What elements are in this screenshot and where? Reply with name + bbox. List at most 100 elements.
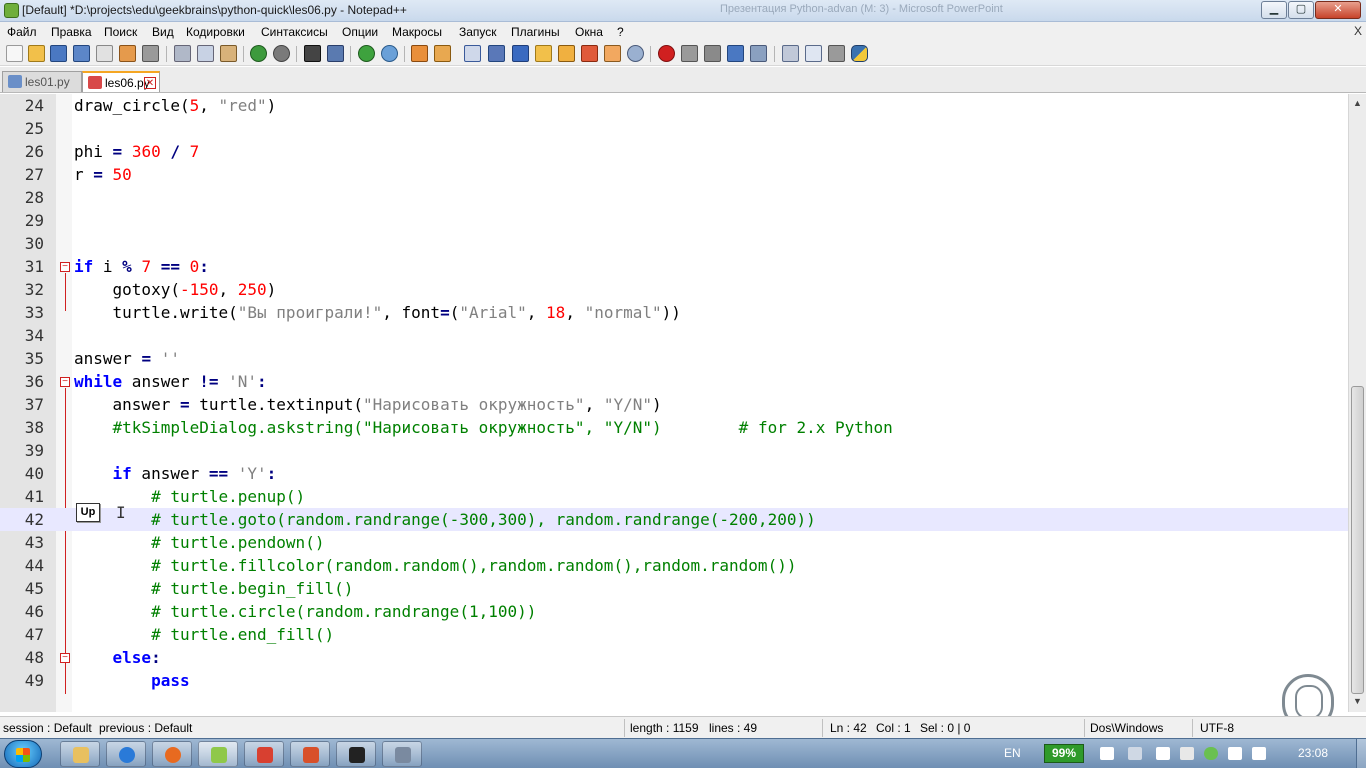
taskbar-explorer[interactable] (60, 741, 100, 767)
app-icon (257, 747, 273, 763)
taskbar-app-8[interactable] (382, 741, 422, 767)
open-file-icon[interactable] (28, 45, 45, 62)
menu-search[interactable]: Поиск (104, 25, 137, 39)
line-number: 39 (24, 441, 44, 460)
vertical-scrollbar[interactable]: ▲ ▼ (1348, 94, 1366, 712)
scroll-down-arrow-icon[interactable]: ▼ (1350, 694, 1365, 709)
replace-icon[interactable] (327, 45, 344, 62)
plugin-icon-1[interactable] (782, 45, 799, 62)
taskbar-console[interactable] (336, 741, 376, 767)
code-line: 34 (0, 324, 1348, 347)
folder-workspace-icon[interactable] (604, 45, 621, 62)
macro-play-icon[interactable] (704, 45, 721, 62)
menu-edit[interactable]: Правка (51, 25, 92, 39)
code-line: 31 if i % 7 == 0: (0, 255, 1348, 278)
taskbar-firefox[interactable] (152, 741, 192, 767)
udl-icon[interactable] (535, 45, 552, 62)
function-list-icon[interactable] (581, 45, 598, 62)
print-icon[interactable] (142, 45, 159, 62)
power-plug-icon[interactable] (1100, 747, 1114, 760)
taskbar-ie[interactable] (106, 741, 146, 767)
zoom-in-icon[interactable] (358, 45, 375, 62)
code-line: 43 # turtle.pendown() (0, 531, 1348, 554)
maximize-button[interactable]: ▢ (1288, 1, 1314, 19)
code-text: turtle.write("Вы проиграли!", font=("Ari… (74, 303, 681, 322)
tab-les06[interactable]: les06.py ✕ (82, 71, 160, 92)
network-icon[interactable] (1228, 747, 1242, 760)
macro-record-icon[interactable] (658, 45, 675, 62)
tab-les01[interactable]: les01.py (2, 71, 82, 92)
macro-stop-icon[interactable] (681, 45, 698, 62)
monitoring-icon[interactable] (627, 45, 644, 62)
line-number: 41 (24, 487, 44, 506)
tab-close-icon[interactable]: ✕ (144, 77, 156, 89)
line-number: 48 (24, 648, 44, 667)
current-code-line: 42 # turtle.goto(random.randrange(-300,3… (0, 508, 1348, 531)
arrow-icon[interactable] (1128, 747, 1142, 760)
zoom-out-icon[interactable] (381, 45, 398, 62)
device-icon[interactable] (1180, 747, 1194, 760)
code-text: # turtle.end_fill() (151, 625, 335, 644)
undo-icon[interactable] (250, 45, 267, 62)
plugin-icon-2[interactable] (805, 45, 822, 62)
code-text: # turtle.penup() (151, 487, 306, 506)
sync-icon[interactable] (1204, 747, 1218, 760)
cut-icon[interactable] (174, 45, 191, 62)
menu-help[interactable]: ? (617, 25, 624, 39)
sync-horizontal-icon[interactable] (434, 45, 451, 62)
show-all-chars-icon[interactable] (488, 45, 505, 62)
menu-syntax[interactable]: Синтаксисы (261, 25, 328, 39)
code-line: 24 draw_circle(5, "red") (0, 94, 1348, 117)
macro-save-icon[interactable] (750, 45, 767, 62)
up-tooltip: Up (76, 503, 100, 522)
copy-icon[interactable] (197, 45, 214, 62)
status-separator (1192, 719, 1193, 737)
menu-file[interactable]: Файл (7, 25, 37, 39)
close-button[interactable]: ✕ (1315, 1, 1361, 19)
word-wrap-icon[interactable] (464, 45, 481, 62)
taskbar-app-5[interactable] (244, 741, 284, 767)
start-button[interactable] (4, 740, 42, 768)
macro-run-multiple-icon[interactable] (727, 45, 744, 62)
menu-plugins[interactable]: Плагины (511, 25, 560, 39)
file-icon (8, 75, 22, 88)
volume-icon[interactable] (1252, 747, 1266, 760)
code-line: 47 # turtle.end_fill() (0, 623, 1348, 646)
paste-icon[interactable] (220, 45, 237, 62)
scrollbar-thumb[interactable] (1351, 386, 1364, 694)
menu-encoding[interactable]: Кодировки (186, 25, 245, 39)
save-all-icon[interactable] (73, 45, 90, 62)
taskbar-powerpoint[interactable] (290, 741, 330, 767)
flag-icon[interactable] (1156, 747, 1170, 760)
code-editor[interactable]: − − − 24 draw_circle(5, "red") 25 26 phi… (0, 94, 1348, 712)
menu-options[interactable]: Опции (342, 25, 378, 39)
line-number: 31 (24, 257, 44, 276)
plugin-icon-3[interactable] (828, 45, 845, 62)
line-number: 46 (24, 602, 44, 621)
menu-run[interactable]: Запуск (459, 25, 497, 39)
indent-guide-icon[interactable] (512, 45, 529, 62)
battery-indicator[interactable]: 99% (1044, 744, 1084, 763)
title-bar: [Default] *D:\projects\edu\geekbrains\py… (0, 0, 1366, 22)
code-text: # turtle.circle(random.randrange(1,100)) (151, 602, 537, 621)
new-file-icon[interactable] (6, 45, 23, 62)
menu-windows[interactable]: Окна (575, 25, 603, 39)
clock[interactable]: 23:08 (1298, 746, 1328, 760)
doc-map-icon[interactable] (558, 45, 575, 62)
python-icon[interactable] (851, 45, 868, 62)
save-icon[interactable] (50, 45, 67, 62)
taskbar-notepadpp[interactable] (198, 741, 238, 767)
menu-view[interactable]: Вид (152, 25, 174, 39)
menu-macros[interactable]: Макросы (392, 25, 442, 39)
language-indicator[interactable]: EN (1004, 746, 1021, 760)
scroll-up-arrow-icon[interactable]: ▲ (1350, 96, 1365, 111)
close-all-icon[interactable] (119, 45, 136, 62)
redo-icon[interactable] (273, 45, 290, 62)
sync-vertical-icon[interactable] (411, 45, 428, 62)
find-icon[interactable] (304, 45, 321, 62)
code-line: 26 phi = 360 / 7 (0, 140, 1348, 163)
minimize-button[interactable]: ▁ (1261, 1, 1287, 19)
close-document-icon[interactable]: X (1354, 24, 1362, 38)
show-desktop-button[interactable] (1356, 739, 1366, 768)
close-file-icon[interactable] (96, 45, 113, 62)
